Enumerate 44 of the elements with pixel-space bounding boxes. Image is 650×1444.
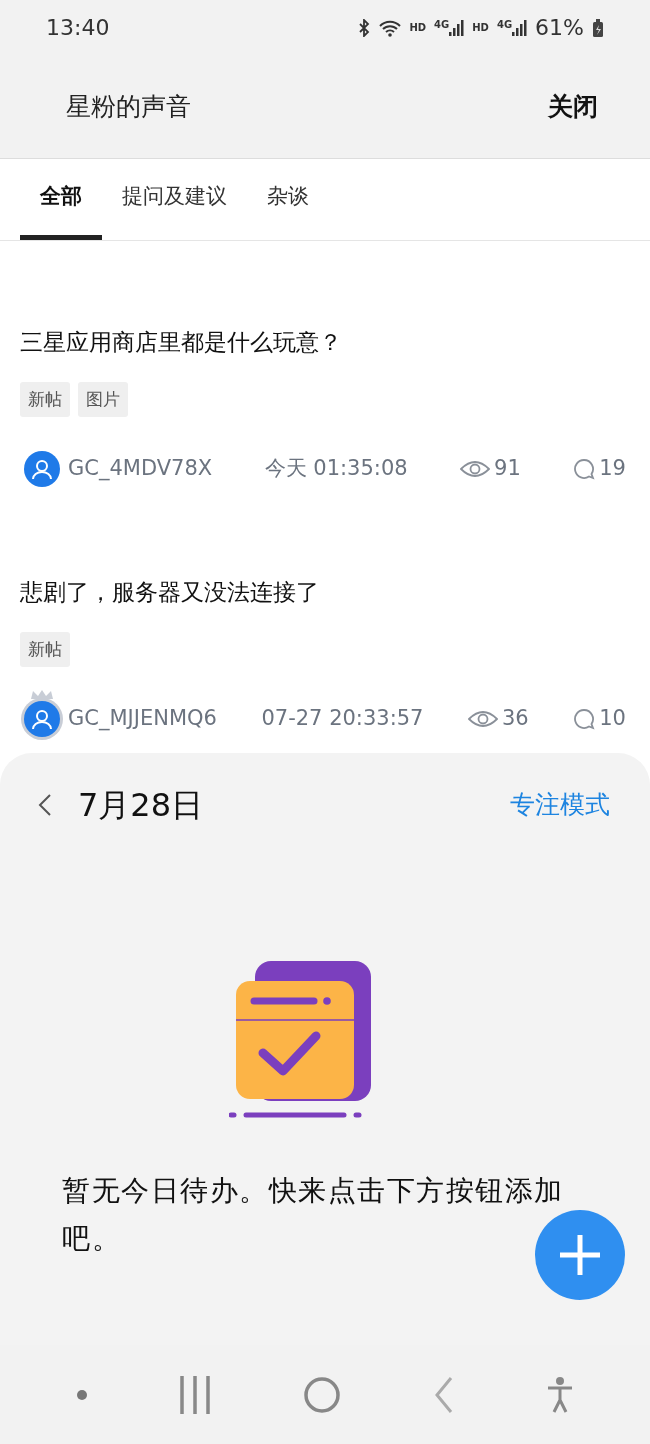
status-time: 13:40: [46, 14, 110, 42]
comment-icon: [573, 458, 596, 480]
recent-apps-icon[interactable]: [179, 1375, 212, 1414]
post-title[interactable]: 三星应用商店里都是什么玩意？: [20, 325, 630, 360]
person-icon: [31, 458, 53, 480]
close-button[interactable]: 关闭: [548, 87, 598, 126]
tab[interactable]: 全部: [20, 159, 102, 240]
signal-icon: [512, 19, 528, 36]
battery-icon: [592, 18, 604, 37]
eye-icon: [460, 459, 491, 479]
post-tag: 图片: [78, 381, 128, 417]
network-label: 4G: [496, 19, 513, 30]
comment-icon: [573, 708, 596, 730]
comment-count: 10: [599, 705, 626, 733]
home-icon[interactable]: [303, 1375, 341, 1414]
crown-icon: [30, 689, 54, 700]
author-name: GC_MJJENMQ6: [68, 705, 217, 733]
hd-label: HD: [409, 22, 427, 33]
accessibility-icon[interactable]: [546, 1375, 575, 1414]
tab[interactable]: 杂谈: [247, 159, 329, 240]
hd-label: HD: [472, 22, 489, 33]
person-icon: [31, 708, 53, 730]
post-time: 07-27 20:33:57: [261, 705, 424, 733]
wifi-icon: [379, 18, 402, 37]
battery-percent: 61%: [535, 14, 584, 42]
post-tag: 新帖: [20, 381, 70, 417]
date-title: 7月28日: [78, 785, 204, 826]
eye-icon: [468, 709, 498, 729]
plus-icon: [558, 1233, 602, 1277]
empty-message: 暂无今日待办。快来点击下方按钮添加吧。: [62, 1173, 565, 1257]
network-label: 4G: [434, 19, 450, 30]
comment-count: 19: [599, 455, 626, 483]
post-time: 今天 01:35:08: [264, 455, 408, 483]
author-name: GC_4MDV78X: [68, 455, 213, 483]
view-count: 36: [502, 705, 529, 733]
dot-icon[interactable]: [75, 1388, 88, 1401]
back-icon[interactable]: [36, 793, 54, 817]
page-title: 星粉的声音: [66, 90, 191, 123]
post-tag: 新帖: [20, 631, 70, 667]
view-count: 91: [494, 455, 521, 483]
tab[interactable]: 提问及建议: [102, 159, 247, 240]
post-title[interactable]: 悲剧了，服务器又没法连接了: [20, 575, 630, 610]
bluetooth-icon: [357, 18, 372, 37]
signal-icon: [449, 19, 465, 36]
